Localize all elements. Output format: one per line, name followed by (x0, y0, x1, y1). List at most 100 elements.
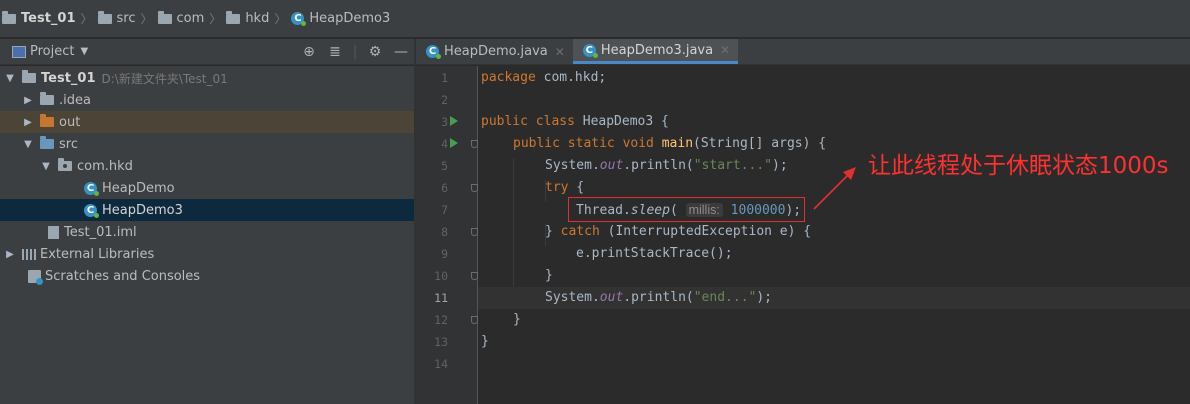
toolbar-separator: | (352, 44, 358, 60)
java-class-icon: C (291, 12, 307, 26)
tab-heapdemo[interactable]: C HeapDemo.java ✕ (416, 39, 573, 64)
dropdown-arrow-icon: ▼ (80, 46, 89, 57)
code-text: } (513, 312, 521, 327)
line-number: 14 (434, 357, 448, 371)
line-number: 5 (441, 159, 448, 173)
project-folder-icon (2, 10, 16, 24)
project-view-selector[interactable]: Project ▼ (0, 44, 88, 59)
tree-heapdemo3-label: HeapDemo3 (102, 202, 183, 218)
tree-src-label: src (59, 136, 78, 152)
highlight-box (568, 197, 805, 222)
run-main-icon[interactable] (450, 138, 458, 148)
breadcrumb-project[interactable]: Test_01 (2, 10, 76, 26)
tab-heapdemo3-label: HeapDemo3.java (600, 42, 714, 58)
tree-item-heapdemo[interactable]: C HeapDemo (0, 177, 414, 199)
code-text: (InterruptedException e) { (599, 224, 812, 239)
collapsed-arrow-icon[interactable]: ▶ (4, 249, 16, 260)
line-number: 10 (434, 269, 448, 283)
line-number: 9 (441, 247, 448, 261)
gear-icon[interactable]: ⚙ (362, 44, 388, 60)
hide-panel-icon[interactable]: — (388, 44, 414, 60)
tree-scratches-label: Scratches and Consoles (45, 268, 201, 284)
scratches-icon (28, 269, 43, 285)
chevron-right-icon: 〉 (140, 12, 153, 26)
breadcrumb-file[interactable]: C HeapDemo3 (291, 11, 390, 26)
breadcrumb-hkd-label: hkd (245, 11, 270, 26)
string-literal: "start..." (693, 158, 773, 173)
keyword: try (545, 180, 569, 195)
code-text: com.hkd; (535, 70, 607, 85)
line-number: 6 (441, 181, 448, 195)
chevron-right-icon: 〉 (80, 12, 93, 26)
tree-item-src[interactable]: ▼ src (0, 133, 414, 155)
module-file-icon (48, 225, 59, 239)
package-icon (157, 10, 172, 24)
breadcrumb-file-label: HeapDemo3 (309, 11, 391, 26)
code-line-9: e.printStackTrace(); (478, 243, 1190, 265)
code-line-8: } catch (InterruptedException e) { (478, 221, 1190, 243)
line-number-current: 11 (434, 291, 448, 305)
fold-marker-icon[interactable] (471, 228, 478, 236)
fold-marker-icon[interactable] (471, 184, 478, 192)
source-folder-icon (40, 136, 54, 149)
tree-root-label: Test_01 (41, 70, 96, 86)
tree-item-out[interactable]: ▶ out (0, 111, 414, 133)
code-line-12: } (478, 309, 1190, 331)
fold-marker-icon[interactable] (471, 140, 478, 148)
line-number: 7 (441, 203, 448, 217)
tree-root-path: D:\新建文件夹\Test_01 (101, 71, 228, 86)
tree-item-external-libraries[interactable]: ▶ External Libraries (0, 243, 414, 265)
locate-target-icon[interactable]: ⊕ (296, 44, 322, 60)
fold-marker-icon[interactable] (471, 272, 478, 280)
code-text: } (545, 268, 553, 283)
code-text: e.printStackTrace(); (576, 246, 733, 261)
breadcrumb-project-label: Test_01 (21, 11, 76, 26)
java-class-icon: C (426, 45, 441, 59)
run-class-icon[interactable] (450, 116, 458, 126)
code-line-1: package com.hkd; (478, 67, 1190, 89)
collapsed-arrow-icon[interactable]: ▶ (22, 95, 34, 106)
tree-item-idea[interactable]: ▶ .idea (0, 89, 414, 111)
tab-heapdemo3[interactable]: C HeapDemo3.java ✕ (572, 39, 739, 64)
chevron-right-icon: 〉 (274, 12, 287, 26)
breadcrumb-com-label: com (176, 11, 205, 26)
code-line-13: } (478, 331, 1190, 353)
code-editor[interactable]: package com.hkd; public class HeapDemo3 … (478, 66, 1190, 404)
java-class-icon: C (84, 181, 99, 196)
keyword: public class (481, 114, 575, 129)
package-icon (58, 158, 72, 171)
keyword: public static void (513, 136, 654, 151)
close-icon[interactable]: ✕ (555, 45, 565, 59)
static-field: out (599, 290, 624, 305)
breadcrumb-com[interactable]: com (157, 10, 205, 26)
code-text: (String[] args) { (693, 136, 827, 151)
code-text: ); (756, 290, 773, 305)
breadcrumb-src[interactable]: src (97, 10, 136, 26)
method-name: main (661, 136, 694, 151)
code-text: ); (772, 158, 788, 173)
breadcrumb-hkd[interactable]: hkd (226, 10, 270, 26)
collapse-all-icon[interactable]: ≣ (322, 44, 348, 60)
code-line-3: public class HeapDemo3 { (478, 111, 1190, 133)
tree-item-root[interactable]: ▼ Test_01 D:\新建文件夹\Test_01 (0, 67, 414, 89)
tree-item-package[interactable]: ▼ com.hkd (0, 155, 414, 177)
package-icon (226, 10, 241, 24)
editor-gutter[interactable]: 1 2 3 4 5 6 7 8 9 10 11 12 13 14 (416, 66, 478, 404)
expanded-arrow-icon[interactable]: ▼ (4, 73, 16, 84)
close-icon[interactable]: ✕ (720, 43, 730, 57)
module-folder-icon (22, 70, 36, 83)
line-number: 8 (441, 225, 448, 239)
code-line-6: try { (478, 177, 1190, 199)
expanded-arrow-icon[interactable]: ▼ (40, 161, 52, 172)
navigation-breadcrumb: Test_01 〉 src 〉 com 〉 hkd 〉 C HeapDemo3 (0, 0, 1190, 38)
tree-item-iml[interactable]: Test_01.iml (0, 221, 414, 243)
expanded-arrow-icon[interactable]: ▼ (22, 139, 34, 150)
static-field: out (599, 158, 624, 173)
tree-item-scratches[interactable]: Scratches and Consoles (0, 265, 414, 287)
line-number: 12 (434, 313, 448, 327)
fold-marker-icon[interactable] (471, 316, 478, 324)
collapsed-arrow-icon[interactable]: ▶ (22, 117, 34, 128)
code-text: HeapDemo3 { (574, 114, 669, 129)
tree-heapdemo-label: HeapDemo (102, 180, 175, 196)
tree-item-heapdemo3[interactable]: C HeapDemo3 (0, 199, 414, 221)
